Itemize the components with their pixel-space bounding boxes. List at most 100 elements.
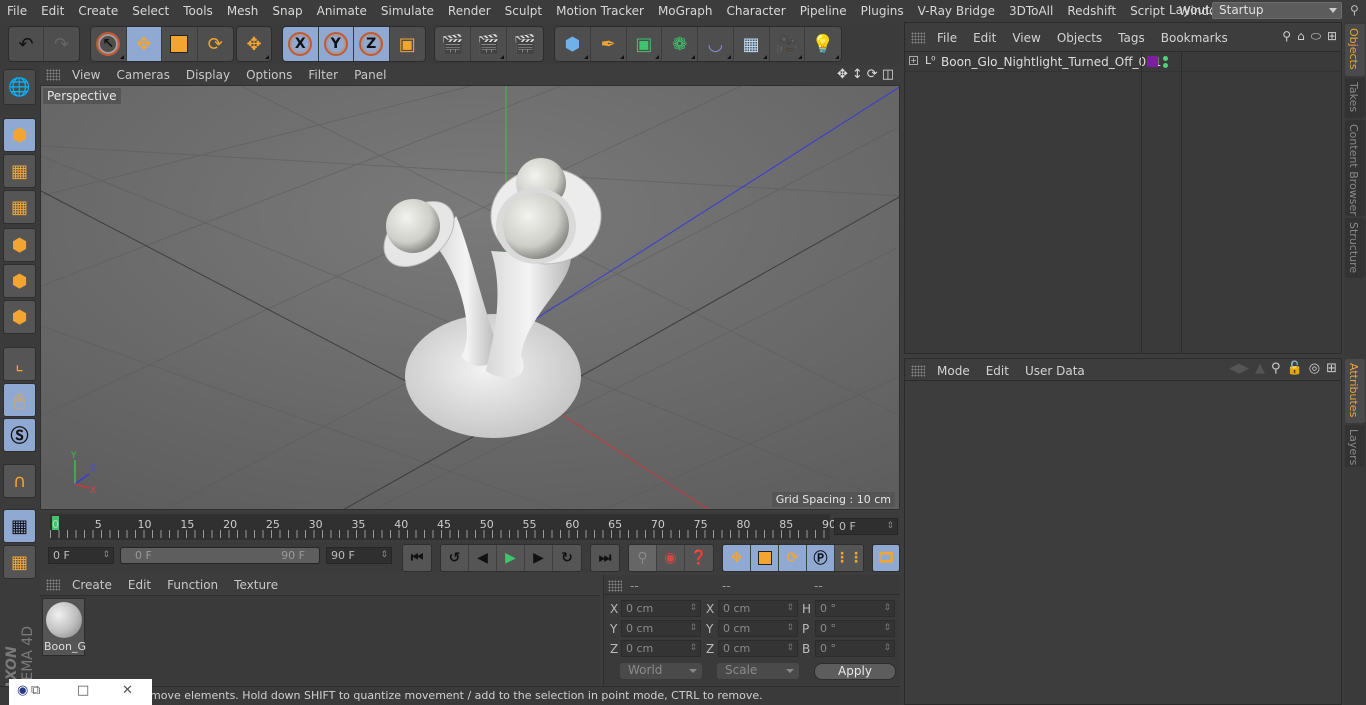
menu-script[interactable]: Script bbox=[1123, 4, 1172, 18]
spline-pen-button[interactable]: ✒ bbox=[591, 27, 627, 61]
up-arrow-icon[interactable]: ▲ bbox=[1255, 361, 1265, 376]
rot-b-field[interactable]: 0 ° ⇕ bbox=[815, 640, 895, 657]
model-mode-button[interactable]: ⬢ bbox=[3, 118, 36, 152]
object-name[interactable]: Boon_Glo_Nightlight_Turned_Off_001 bbox=[941, 55, 1161, 69]
maximize-icon[interactable]: □ bbox=[77, 683, 89, 698]
tab-layers[interactable]: Layers bbox=[1345, 425, 1365, 467]
cube-object-button[interactable]: ⬢ bbox=[555, 27, 591, 61]
restore-icon[interactable]: ⧉ bbox=[31, 683, 40, 698]
layout-dropdown[interactable]: Startup bbox=[1212, 2, 1342, 19]
axis-mode-button[interactable]: ⌞ bbox=[3, 347, 36, 381]
viewport-menu-panel[interactable]: Panel bbox=[346, 68, 394, 82]
layer-color-tag[interactable] bbox=[1147, 56, 1158, 67]
drag-grip-icon[interactable] bbox=[608, 580, 622, 592]
target-icon[interactable]: ◎ bbox=[1309, 361, 1320, 376]
size-z-field[interactable]: 0 cm ⇕ bbox=[718, 640, 798, 657]
coordinate-mode-dropdown[interactable]: World bbox=[620, 663, 702, 679]
menu-3dtoall[interactable]: 3DToAll bbox=[1002, 4, 1060, 18]
render-visibility-dot-icon[interactable] bbox=[1163, 63, 1168, 68]
viewport-menu-cameras[interactable]: Cameras bbox=[108, 68, 177, 82]
floor-button[interactable]: ▦ bbox=[734, 27, 770, 61]
parameter-key-button[interactable]: Ⓟ bbox=[807, 545, 835, 571]
menu-mograph[interactable]: MoGraph bbox=[651, 4, 720, 18]
lock-icon[interactable]: 🔓 bbox=[1287, 361, 1303, 376]
objects-menu-bookmarks[interactable]: Bookmarks bbox=[1153, 31, 1236, 45]
stepper-icon[interactable]: ⇕ bbox=[102, 548, 110, 563]
tab-content-browser[interactable]: Content Browser bbox=[1345, 120, 1365, 216]
apply-button[interactable]: Apply bbox=[814, 663, 896, 680]
snap-button[interactable]: ∩ bbox=[3, 464, 36, 498]
workplane-mode-button[interactable]: ▦ bbox=[3, 190, 36, 224]
move-tool-button[interactable]: ✥ bbox=[126, 27, 162, 61]
menu-render[interactable]: Render bbox=[441, 4, 498, 18]
end-frame-field[interactable]: 90 F ⇕ bbox=[326, 547, 392, 564]
new-window-icon[interactable]: ⊞ bbox=[1326, 361, 1337, 376]
column-divider[interactable] bbox=[1141, 52, 1142, 354]
menu-tools[interactable]: Tools bbox=[176, 4, 220, 18]
menu-pipeline[interactable]: Pipeline bbox=[793, 4, 854, 18]
menu-mesh[interactable]: Mesh bbox=[220, 4, 266, 18]
menu-redshift[interactable]: Redshift bbox=[1060, 4, 1123, 18]
next-key-button[interactable]: ↻ bbox=[553, 545, 581, 571]
column-divider[interactable] bbox=[1181, 52, 1182, 354]
tab-attributes[interactable]: Attributes bbox=[1345, 359, 1365, 423]
deformer-button[interactable]: ◡ bbox=[698, 27, 734, 61]
toggle-layout-icon[interactable]: ◫ bbox=[882, 67, 894, 82]
menu-select[interactable]: Select bbox=[125, 4, 176, 18]
tab-objects[interactable]: Objects bbox=[1345, 24, 1365, 76]
preview-range-slider[interactable]: 0 F 90 F bbox=[120, 547, 320, 564]
dolly-icon[interactable]: ↕ bbox=[852, 67, 863, 82]
objects-menu-view[interactable]: View bbox=[1004, 31, 1048, 45]
size-x-field[interactable]: 0 cm ⇕ bbox=[718, 600, 798, 617]
workplane-align-button[interactable]: ▦ bbox=[3, 545, 36, 579]
recent-tool-button[interactable]: ✥ bbox=[237, 27, 271, 61]
make-editable-button[interactable]: 🌐 bbox=[3, 69, 36, 105]
coordinate-system-button[interactable]: ▣ bbox=[390, 27, 425, 61]
points-mode-button[interactable]: ⬢ bbox=[3, 228, 36, 262]
prev-key-button[interactable]: ↺ bbox=[441, 545, 469, 571]
scale-key-button[interactable] bbox=[751, 545, 779, 571]
drag-grip-icon[interactable] bbox=[911, 32, 925, 44]
size-y-field[interactable]: 0 cm ⇕ bbox=[718, 620, 798, 637]
objects-menu-file[interactable]: File bbox=[929, 31, 965, 45]
viewport-menu-view[interactable]: View bbox=[64, 68, 108, 82]
pos-z-field[interactable]: 0 cm ⇕ bbox=[621, 640, 701, 657]
workplane-lock-button[interactable]: ▦ bbox=[3, 509, 36, 543]
material-item[interactable]: Boon_G bbox=[42, 598, 86, 656]
stepper-icon[interactable]: ⇕ bbox=[380, 548, 388, 563]
search-icon[interactable]: ⚲ bbox=[1282, 29, 1291, 44]
objects-menu-objects[interactable]: Objects bbox=[1049, 31, 1110, 45]
current-frame-field[interactable]: 0 F ⇕ bbox=[834, 518, 898, 535]
expand-icon[interactable]: + bbox=[909, 56, 918, 65]
record-keys-button[interactable]: ⚲ bbox=[629, 545, 657, 571]
menu-edit[interactable]: Edit bbox=[34, 4, 71, 18]
drag-grip-icon[interactable] bbox=[46, 69, 60, 81]
rot-p-field[interactable]: 0 ° ⇕ bbox=[815, 620, 895, 637]
undo-button[interactable]: ↶ bbox=[9, 27, 45, 61]
size-mode-dropdown[interactable]: Scale bbox=[717, 663, 799, 679]
tab-structure[interactable]: Structure bbox=[1345, 218, 1365, 278]
polygons-mode-button[interactable]: ⬢ bbox=[3, 300, 36, 334]
close-icon[interactable]: ✕ bbox=[122, 683, 133, 698]
goto-start-button[interactable]: ⏮ bbox=[403, 545, 431, 571]
rot-h-field[interactable]: 0 ° ⇕ bbox=[815, 600, 895, 617]
viewport-menu-options[interactable]: Options bbox=[238, 68, 300, 82]
orbit-icon[interactable]: ⟳ bbox=[867, 67, 878, 82]
prev-frame-button[interactable]: ◀ bbox=[469, 545, 497, 571]
objects-menu-edit[interactable]: Edit bbox=[965, 31, 1004, 45]
goto-end-button[interactable]: ⏭ bbox=[591, 545, 619, 571]
3d-viewport[interactable]: Y Z X Perspective Grid Spacing : 10 cm bbox=[40, 85, 900, 510]
edges-mode-button[interactable]: ⬢ bbox=[3, 264, 36, 298]
render-picture-viewer-button[interactable]: 🎬 bbox=[471, 27, 507, 61]
camera-button[interactable]: 🎥 bbox=[770, 27, 806, 61]
menu-snap[interactable]: Snap bbox=[265, 4, 309, 18]
cloner-button[interactable]: ❁ bbox=[662, 27, 698, 61]
home-icon[interactable]: ⌂ bbox=[1297, 29, 1305, 44]
light-button[interactable]: 💡 bbox=[805, 27, 841, 61]
drag-grip-icon[interactable] bbox=[46, 579, 60, 591]
texture-mode-button[interactable]: ▦ bbox=[3, 154, 36, 188]
material-menu-create[interactable]: Create bbox=[64, 578, 120, 592]
drag-grip-icon[interactable] bbox=[911, 364, 925, 377]
menu-character[interactable]: Character bbox=[719, 4, 792, 18]
solo-mode-button[interactable]: Ⓢ bbox=[3, 418, 36, 452]
